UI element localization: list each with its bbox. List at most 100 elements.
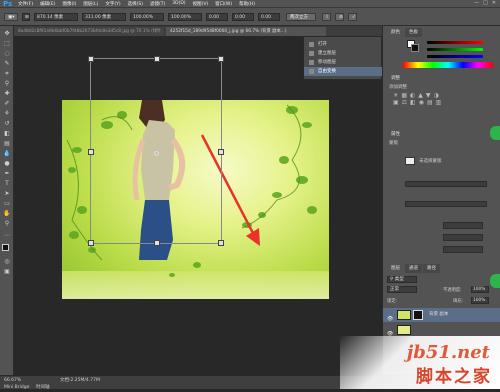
menu-3d[interactable]: 3D(D) [172,1,185,7]
path-select-tool-icon[interactable]: ➤ [3,190,11,198]
tab-document-2[interactable]: 4252f15d_189d9548f0000_j.jpg @ 66.7% (背景… [166,27,326,36]
dodge-tool-icon[interactable]: ● [3,160,11,168]
color-spectrum-bar[interactable] [403,62,493,68]
y-position-field[interactable]: 311.00 像素 [82,13,126,21]
tab-color[interactable]: 颜色 [387,28,404,37]
tab-channels[interactable]: 通道 [405,264,422,273]
tab-layers[interactable]: 图层 [387,264,404,273]
rotate-angle-field[interactable]: 0.00 [206,13,228,21]
color-bg-swatch[interactable] [411,44,419,52]
minimize-button[interactable]: — [474,0,479,6]
layer-filter-select[interactable]: ⚲ 类型 [387,276,417,283]
menu-view[interactable]: 视图(V) [193,1,209,7]
opacity-field[interactable]: 100% [471,286,489,293]
layer-row-active[interactable]: 👁 背景 副本 [383,308,500,322]
reference-point-icon[interactable]: ⊞ [22,13,30,21]
crop-tool-icon[interactable]: ⌗ [3,70,11,78]
eyedropper-tool-icon[interactable]: ⚲ [3,80,11,88]
transform-handle-b[interactable] [154,240,160,246]
transform-handle-br[interactable] [218,240,224,246]
menu-help[interactable]: 帮助(H) [239,1,255,7]
document-tabs: 8a48d2c8f91a9b6bbf0b7f48b2073bfdc8e3d5c8… [14,26,382,36]
transform-handle-tr[interactable] [218,56,224,62]
color-range-button[interactable] [443,234,483,241]
healing-tool-icon[interactable]: ✚ [3,90,11,98]
invert-button[interactable] [443,246,483,253]
width-scale-field[interactable]: 100.00% [130,13,164,21]
mask-edge-button[interactable] [443,222,483,229]
gradient-tool-icon[interactable]: ▤ [3,140,11,148]
h-skew-field[interactable]: 0.00 [232,13,254,21]
layer-row[interactable]: 👁 [383,323,500,337]
hand-tool-icon[interactable]: ✋ [3,210,11,218]
foreground-color-swatch[interactable] [2,244,9,251]
tab-properties[interactable]: 属性 [387,130,404,139]
brush-tool-icon[interactable]: ✐ [3,100,11,108]
maximize-button[interactable]: □ [483,0,488,6]
menu-image[interactable]: 图像(I) [62,1,76,7]
menu-type[interactable]: 文字(Y) [105,1,120,7]
free-transform-box[interactable] [88,56,224,246]
feather-slider[interactable] [405,201,487,207]
type-tool-icon[interactable]: T [3,180,11,188]
history-item[interactable]: 打开 [304,40,383,49]
history-brush-tool-icon[interactable]: ↺ [3,120,11,128]
marquee-tool-icon[interactable]: ⬚ [3,40,11,48]
screen-mode-icon[interactable]: ▣ [3,268,11,276]
menu-file[interactable]: 文件(F) [18,1,33,7]
red-slider[interactable] [427,41,483,44]
interpolation-select[interactable]: 两次立方 [286,13,316,21]
density-slider[interactable] [405,181,487,187]
tab-paths[interactable]: 路径 [423,264,440,273]
close-button[interactable]: ✕ [492,0,496,6]
history-item[interactable]: 建立图层 [304,49,383,58]
side-expand-tab[interactable] [490,274,500,288]
blend-mode-select[interactable]: 正常 [387,286,417,293]
mini-bridge-tab[interactable]: Mini Bridge [4,383,29,392]
cancel-transform-button[interactable]: ⊘ [335,13,344,21]
zoom-tool-icon[interactable]: ⚲ [3,220,11,228]
quick-mask-icon[interactable]: ◎ [3,258,11,266]
layer-name: 背景 副本 [429,312,449,317]
stamp-tool-icon[interactable]: ⚘ [3,110,11,118]
menu-filter[interactable]: 滤镜(T) [150,1,165,7]
shape-tool-icon[interactable]: ▭ [3,200,11,208]
menu-edit[interactable]: 编辑(E) [40,1,55,7]
blur-tool-icon[interactable]: 💧 [3,150,11,158]
quick-select-tool-icon[interactable]: ✎ [3,60,11,68]
move-tool-icon[interactable]: ✥ [3,30,11,38]
menu-bar: Ps 文件(F) 编辑(E) 图像(I) 图层(L) 文字(Y) 选择(S) 滤… [0,0,500,8]
green-slider[interactable] [427,48,483,51]
side-expand-tab[interactable] [490,126,500,140]
tool-preset-picker[interactable]: ▣▾ [4,13,18,21]
history-item[interactable]: 移动图层 [304,58,383,67]
x-position-field[interactable]: 870.14 像素 [34,13,78,21]
fill-field[interactable]: 100% [471,297,489,304]
menu-layer[interactable]: 图层(L) [83,1,98,7]
extra-tools-icon[interactable]: ⋯ [3,232,11,240]
lasso-tool-icon[interactable]: ◌ [3,50,11,58]
tab-swatches[interactable]: 色板 [405,28,422,37]
adjustment-icons[interactable]: ☀▦◐▲▼◑ ▣⚖◧◉▤▥ [393,92,483,108]
transform-handle-t[interactable] [154,56,160,62]
history-item-active[interactable]: 自由变换 [304,67,383,76]
pen-tool-icon[interactable]: ✒ [3,170,11,178]
eraser-tool-icon[interactable]: ◧ [3,130,11,138]
transform-handle-tl[interactable] [88,56,94,62]
commit-transform-button[interactable]: ✓ [348,13,357,21]
tab-adjustments[interactable]: 调整 [387,74,404,83]
warp-mode-button[interactable]: ⌇ [322,13,331,21]
blue-slider[interactable] [427,55,483,58]
transform-center-point[interactable] [154,151,159,156]
transform-handle-r[interactable] [218,149,224,155]
v-skew-field[interactable]: 0.00 [258,13,280,21]
menu-window[interactable]: 窗口(W) [215,1,232,7]
height-scale-field[interactable]: 100.00% [168,13,202,21]
document-size: 文档:2.25M/4.77M [60,378,100,383]
adjustments-heading: 添加调整 [389,85,407,90]
menu-select[interactable]: 选择(S) [128,1,143,7]
transform-handle-l[interactable] [88,149,94,155]
transform-handle-bl[interactable] [88,240,94,246]
tab-document-1[interactable]: 8a48d2c8f91a9b6bbf0b7f48b2073bfdc8e3d5c8… [14,27,164,36]
timeline-tab[interactable]: 时间轴 [36,383,50,392]
